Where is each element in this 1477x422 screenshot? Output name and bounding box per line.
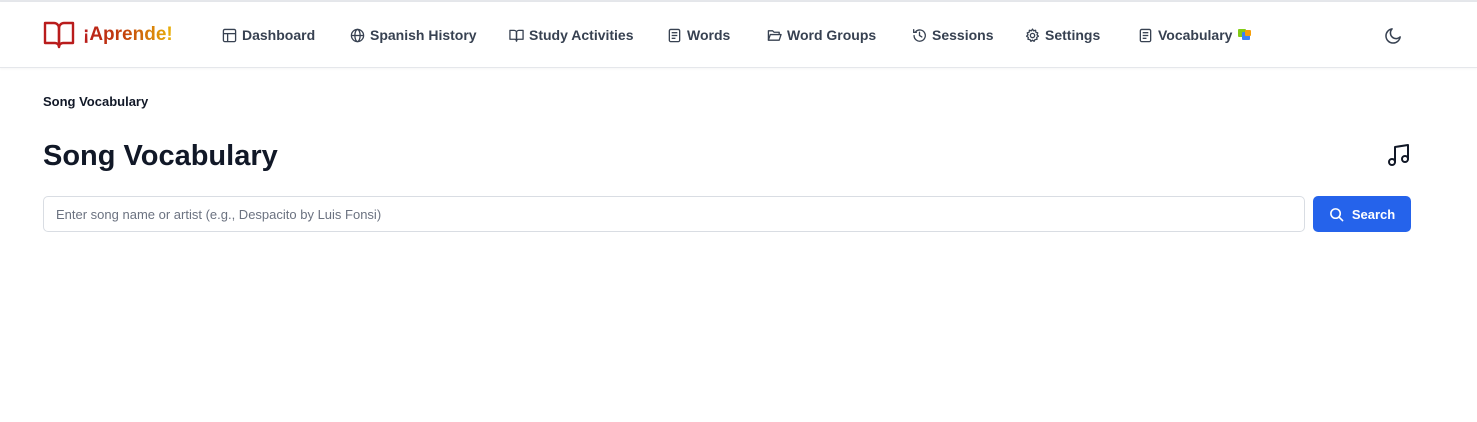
brand-name: ¡Aprende! (83, 20, 173, 50)
brand-logo[interactable]: ¡Aprende! (43, 20, 173, 50)
nav-item-words[interactable]: Words (667, 24, 730, 46)
nav-item-vocabulary[interactable]: Vocabulary (1138, 24, 1253, 46)
nav-item-study-activities[interactable]: Study Activities (509, 24, 634, 46)
search-button-label: Search (1351, 206, 1396, 222)
music-note-icon (1388, 144, 1409, 166)
top-navbar: ¡Aprende! Dashboard Spanish History Stud… (0, 2, 1477, 68)
folder-open-icon (767, 29, 782, 41)
nav-item-sessions[interactable]: Sessions (912, 24, 993, 46)
breadcrumb[interactable]: Song Vocabulary (43, 94, 148, 109)
document-icon (1139, 28, 1152, 42)
vocabulary-badge-icon (1238, 29, 1253, 41)
open-book-icon (43, 21, 75, 49)
nav-label: Vocabulary (1158, 27, 1233, 43)
nav-item-settings[interactable]: Settings (1025, 24, 1100, 46)
theme-toggle-button[interactable] (1382, 24, 1404, 46)
gear-icon (1025, 27, 1040, 42)
nav-label: Settings (1045, 27, 1101, 43)
nav-item-word-groups[interactable]: Word Groups (767, 24, 876, 46)
nav-label: Spanish History (370, 27, 477, 43)
nav-item-dashboard[interactable]: Dashboard (222, 24, 315, 46)
nav-label: Word Groups (787, 27, 877, 43)
nav-label: Dashboard (242, 27, 316, 43)
nav-label: Words (687, 27, 731, 43)
song-search-input[interactable] (43, 196, 1305, 232)
globe-icon (350, 28, 365, 42)
search-button[interactable]: Search (1313, 196, 1411, 232)
book-open-icon (509, 29, 524, 42)
layout-icon (222, 28, 237, 42)
nav-label: Study Activities (529, 27, 634, 43)
page-title: Song Vocabulary (43, 140, 278, 172)
moon-icon (1384, 27, 1401, 44)
document-icon (668, 28, 681, 42)
nav-label: Sessions (932, 27, 994, 43)
history-icon (913, 28, 926, 42)
search-icon (1329, 207, 1344, 221)
nav-item-spanish-history[interactable]: Spanish History (350, 24, 477, 46)
